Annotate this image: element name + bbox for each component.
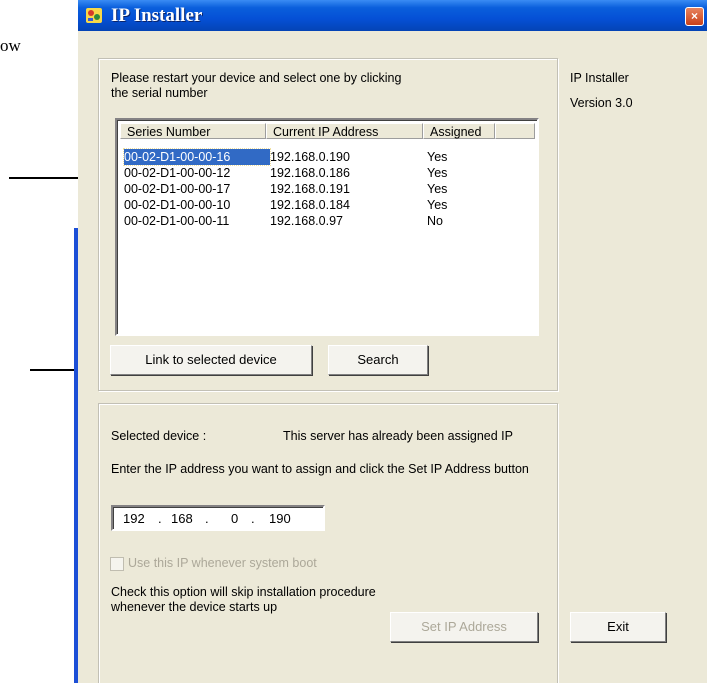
ip-address: 192.168.0.184 (270, 198, 350, 212)
selected-device-label: Selected device : (111, 429, 207, 443)
column-series-number[interactable]: Series Number (120, 123, 266, 139)
ip-octet-4: 190 (269, 511, 291, 526)
ip-installer-window: IP Installer × IP Installer Version 3.0 … (78, 0, 707, 683)
title-bar[interactable]: IP Installer × (78, 0, 707, 31)
app-icon (86, 8, 102, 23)
list-item[interactable]: 00-02-D1-00-00-16 192.168.0.190 Yes (123, 148, 487, 166)
serial-number: 00-02-D1-00-00-11 (124, 214, 230, 228)
doc-text-fragment: ow (0, 36, 21, 55)
ip-address: 192.168.0.186 (270, 166, 350, 180)
ip-address: 192.168.0.97 (270, 214, 343, 228)
device-list[interactable]: Series Number Current IP Address Assigne… (115, 118, 539, 336)
ip-address: 192.168.0.190 (270, 150, 350, 164)
search-button[interactable]: Search (328, 345, 428, 375)
restart-instructions: Please restart your device and select on… (111, 71, 402, 100)
device-status-text: This server has already been assigned IP (283, 429, 513, 443)
list-item[interactable]: 00-02-D1-00-00-11 192.168.0.97 No (124, 213, 487, 229)
serial-number: 00-02-D1-00-00-10 (124, 198, 231, 212)
column-filler (495, 123, 535, 139)
boot-ip-checkbox-label[interactable]: Use this IP whenever system boot (128, 556, 317, 570)
assigned-status: Yes (427, 166, 448, 180)
assigned-status: Yes (427, 198, 448, 212)
ip-address-input[interactable]: 192 . 168 . 0 . 190 (111, 505, 325, 531)
link-to-device-button[interactable]: Link to selected device (110, 345, 312, 375)
serial-number: 00-02-D1-00-00-17 (124, 182, 231, 196)
assigned-status: No (427, 214, 443, 228)
serial-number: 00-02-D1-00-00-12 (124, 166, 231, 180)
enter-ip-prompt: Enter the IP address you want to assign … (111, 462, 529, 476)
list-item[interactable]: 00-02-D1-00-00-12 192.168.0.186 Yes (124, 165, 487, 181)
column-current-ip[interactable]: Current IP Address (266, 123, 423, 139)
close-icon: × (690, 9, 698, 23)
boot-ip-checkbox[interactable] (110, 557, 124, 571)
list-item[interactable]: 00-02-D1-00-00-10 192.168.0.184 Yes (124, 197, 487, 213)
ip-dot: . (205, 511, 209, 526)
window-title: IP Installer (111, 5, 203, 26)
assigned-status: Yes (427, 150, 448, 164)
ip-address: 192.168.0.191 (270, 182, 350, 196)
list-item[interactable]: 00-02-D1-00-00-17 192.168.0.191 Yes (124, 181, 487, 197)
ip-dot: . (251, 511, 255, 526)
ip-dot: . (158, 511, 162, 526)
serial-number: 00-02-D1-00-00-16 (123, 148, 271, 166)
set-ip-address-button[interactable]: Set IP Address (390, 612, 538, 642)
close-button[interactable]: × (685, 7, 704, 26)
list-header: Series Number Current IP Address Assigne… (120, 123, 535, 141)
ip-octet-2: 168 (171, 511, 193, 526)
exit-button[interactable]: Exit (570, 612, 666, 642)
assigned-status: Yes (427, 182, 448, 196)
version-label: Version 3.0 (570, 96, 633, 110)
column-assigned[interactable]: Assigned (423, 123, 495, 139)
skip-install-hint: Check this option will skip installation… (111, 585, 376, 614)
ip-octet-3: 0 (231, 511, 239, 526)
app-name-label: IP Installer (570, 71, 629, 85)
ip-octet-1: 192 (123, 511, 145, 526)
